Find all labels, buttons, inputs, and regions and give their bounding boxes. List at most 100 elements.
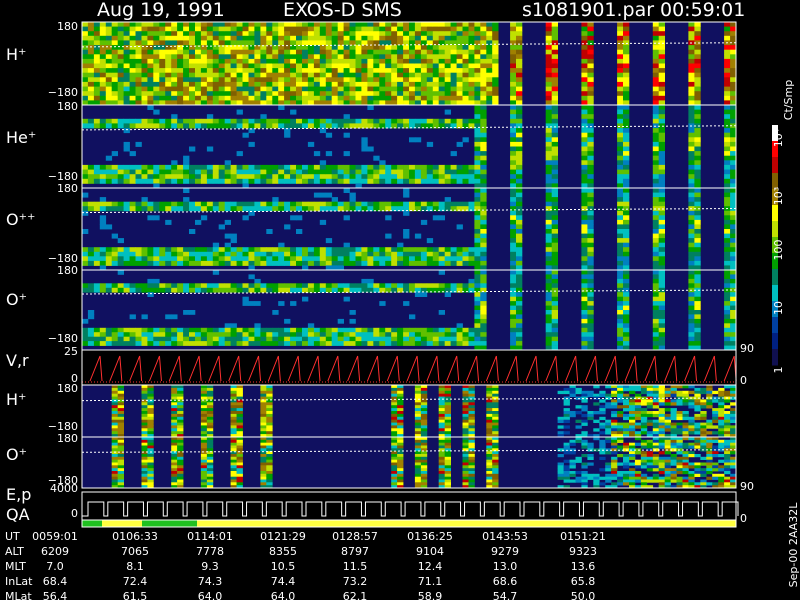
spectrogram-cell [141,448,148,452]
spectrogram-cell [337,118,344,124]
spectrogram-cell [730,428,737,432]
spectrogram-cell [325,332,333,337]
spectrogram-cell [206,439,214,443]
spectrogram-cell [492,451,499,455]
spectrogram-cell [420,479,428,483]
spectrogram-cell [313,256,321,262]
spectrogram-cell [694,270,701,275]
spectrogram-cell [444,68,451,74]
spectrogram-cell [516,49,523,55]
spectrogram-cell [516,114,523,120]
spectrogram-cell [307,58,315,64]
spectrogram-cell [171,160,178,166]
spectrogram-cell [302,40,309,46]
spectrogram-cell [290,35,297,41]
spectrogram-cell [688,247,695,253]
spectrogram-cell [486,45,493,51]
spectrogram-cell [105,206,113,212]
spectrogram-cell [111,86,118,92]
spectrogram-cell [652,332,660,337]
spectrogram-cell [486,405,493,409]
spectrogram-cell [331,45,338,51]
spectrogram-cell [403,86,410,92]
spectrogram-cell [581,192,588,198]
spectrogram-cell [171,86,178,92]
spectrogram-cell [438,465,445,469]
spectrogram-cell [516,256,523,262]
spectrogram-cell [397,471,404,475]
spectrogram-cell [272,310,279,315]
spectrogram-cell [82,118,89,124]
spectrogram-cell [450,31,457,37]
spectrogram-cell [147,118,154,124]
spectrogram-cell [391,336,398,342]
spectrogram-cell [153,341,160,346]
spectrogram-cell [581,123,588,129]
spectrogram-cell [617,151,624,157]
spectrogram-cell [117,256,124,262]
spectrogram-cell [373,31,380,37]
spectrogram-cell [456,178,463,184]
spectrogram-cell [248,68,255,74]
spectrogram-cell [177,118,184,124]
spectrogram-cell [581,201,588,207]
spectrogram-cell [629,405,636,409]
spectrogram-cell [260,482,267,486]
spectrogram-cell [694,58,701,64]
spectrogram-cell [611,431,618,435]
spectrogram-cell [581,188,588,193]
spectrogram-cell [129,169,136,175]
spectrogram-cell [623,86,630,92]
spectrogram-cell [545,318,552,324]
spectrogram-cell [177,465,184,469]
spectrogram-cell [153,332,160,337]
spectrogram-cell [230,419,237,423]
spectrogram-cell [200,68,208,74]
spectrogram-cell [420,465,428,469]
spectrogram-cell [224,260,231,266]
spectrogram-cell [367,72,374,78]
spectrogram-cell [486,451,493,455]
spectrogram-cell [195,169,202,175]
spectrogram-cell [105,327,113,333]
spectrogram-cell [694,128,701,134]
spectrogram-cell [724,160,731,166]
spectrogram-cell [694,72,701,78]
spectrogram-cell [516,72,523,78]
spectrogram-cell [545,118,552,124]
spectrogram-cell [694,141,701,147]
spectrogram-cell [177,40,184,46]
spectrogram-cell [480,233,487,239]
spectrogram-cell [367,247,374,253]
spectrogram-cell [510,270,517,275]
spectrogram-cell [296,247,303,253]
spectrogram-cell [634,411,642,415]
spectrogram-cell [676,413,683,418]
spectrogram-cell [224,95,231,101]
spectrogram-cell [510,201,517,207]
spectrogram-cell [444,408,451,412]
spectrogram-cell [516,287,523,293]
spectrogram-cell [236,260,243,266]
spectrogram-cell [694,238,701,244]
spectrogram-cell [551,242,558,248]
spectrogram-cell [414,26,422,32]
spectrogram-cell [177,473,184,477]
spectrogram-cell [313,260,321,266]
spectrogram-cell [403,63,410,69]
spectrogram-cell [171,35,178,41]
spectrogram-cell [712,419,719,423]
spectrogram-cell [260,251,267,257]
spectrogram-cell [355,178,362,184]
spectrogram-cell [135,58,142,64]
spectrogram-cell [355,49,362,55]
spectrogram-cell [587,178,594,184]
spectrogram-cell [105,72,113,78]
spectrogram-cell [480,219,487,225]
spectrogram-cell [551,224,558,230]
spectrogram-cell [623,428,630,432]
spectrogram-cell [664,393,671,397]
spectrogram-cell [248,118,255,124]
spectrogram-cell [355,58,362,64]
spectrogram-cell [587,49,594,55]
